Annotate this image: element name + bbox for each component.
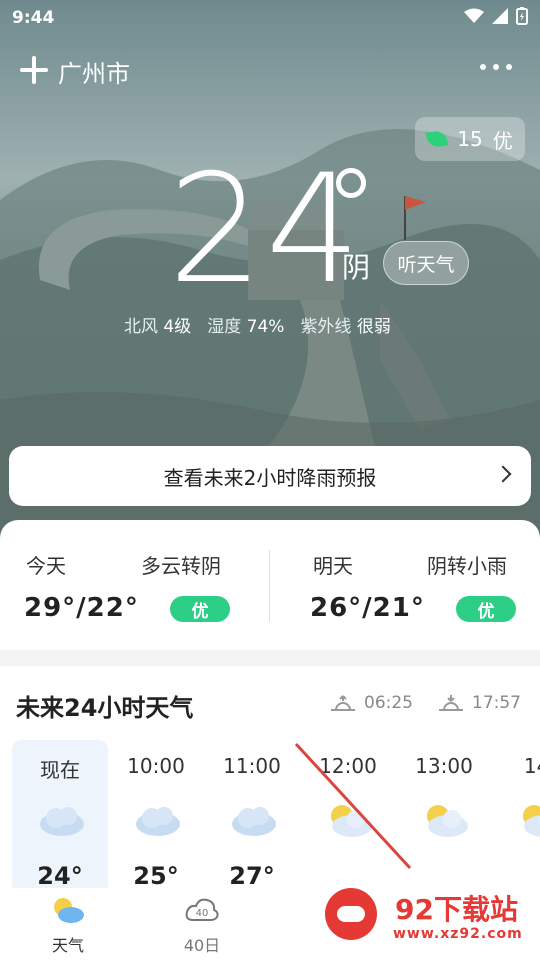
aqi-level: 优 (492, 128, 513, 153)
hour-temp: 25° (133, 862, 179, 890)
partly-cloudy-icon (523, 805, 540, 837)
daily-summary-card: 今天 多云转阴 29°/22° 优 明天 阴转小雨 26°/21° 优 (0, 520, 540, 650)
hour-time: 现在 (40, 758, 80, 782)
wind-label: 北风 (124, 317, 158, 337)
uv-label: 紫外线 (300, 317, 352, 337)
hour-item[interactable]: 10:00 25° (108, 740, 204, 900)
leaf-icon (426, 129, 449, 149)
tomorrow-range: 26°/21° (310, 593, 425, 623)
rain-forecast-label: 查看未来2小时降雨预报 (163, 465, 377, 490)
tomorrow-aqi-badge: 优 (456, 596, 516, 622)
today-summary[interactable]: 今天 多云转阴 29°/22° 优 (0, 520, 270, 650)
sunset-time: 17:57 (472, 693, 521, 713)
humidity-value: 74% (246, 317, 285, 337)
city-name[interactable]: 广州市 (58, 54, 130, 89)
hourly-forecast-section: 未来24小时天气 06:25 17:57 现在 24° 10:00 25° 11… (0, 666, 540, 900)
today-range: 29°/22° (24, 593, 139, 623)
humidity-label: 湿度 (207, 317, 242, 337)
uv-value: 很弱 (356, 317, 391, 337)
watermark-title: 92下载站 (395, 893, 518, 926)
sunset-info: 17:57 (436, 692, 521, 714)
watermark: 92下载站 www.xz92.com (305, 870, 540, 960)
more-menu-icon[interactable] (480, 64, 512, 70)
cloudy-icon (136, 807, 180, 836)
weather-details: 北风 4级 湿度 74% 紫外线 很弱 (124, 312, 391, 337)
forty-day-icon: 40 (185, 898, 219, 921)
top-bar: 广州市 (0, 48, 540, 92)
sunrise-time: 06:25 (364, 693, 413, 713)
watermark-url: www.xz92.com (393, 926, 523, 942)
battery-icon (516, 7, 528, 25)
current-condition: 阴 (342, 251, 371, 284)
signal-icon (492, 8, 508, 24)
sunrise-info: 06:25 (328, 692, 413, 714)
hour-time: 12:00 (319, 754, 377, 778)
degree-symbol (336, 168, 366, 198)
cloudy-icon (232, 807, 276, 836)
hour-item[interactable]: 11:00 27° (204, 740, 300, 900)
sunset-icon (439, 695, 463, 711)
add-city-icon[interactable] (18, 54, 50, 86)
cloudy-icon (40, 807, 84, 836)
wifi-icon (464, 8, 484, 23)
status-icons (464, 7, 528, 25)
rain-forecast-button[interactable]: 查看未来2小时降雨预报 (9, 446, 531, 506)
hour-time: 13:00 (415, 754, 473, 778)
partly-cloudy-icon (427, 805, 468, 837)
chevron-right-icon (494, 465, 512, 483)
today-label: 今天 (26, 554, 66, 578)
hour-temp: 24° (37, 862, 83, 890)
listen-weather-button[interactable]: 听天气 (383, 241, 469, 285)
wind-info: 北风 4级 (124, 312, 191, 337)
hour-temp: 27° (229, 862, 275, 890)
tomorrow-label: 明天 (313, 554, 353, 578)
hourly-title: 未来24小时天气 (16, 694, 194, 722)
nav-40day-label: 40日 (183, 936, 221, 955)
watermark-logo-icon (325, 888, 377, 940)
aqi-value: 15 (457, 127, 483, 151)
today-aqi-badge: 优 (170, 596, 230, 622)
weather-tab-icon (54, 898, 84, 923)
status-bar: 9:44 (0, 0, 540, 38)
day-divider (269, 550, 270, 622)
aqi-badge[interactable]: 15 优 (415, 117, 525, 161)
partly-cloudy-icon (331, 805, 372, 837)
today-desc: 多云转阴 (141, 554, 221, 578)
nav-40day[interactable]: 40 40日 (162, 896, 242, 956)
hour-time: 11:00 (223, 754, 281, 778)
current-temperature: 24 (168, 143, 363, 317)
wind-value: 4级 (163, 317, 192, 337)
status-time: 9:44 (12, 8, 55, 28)
tomorrow-desc: 阴转小雨 (427, 554, 507, 578)
nav-weather[interactable]: 天气 (28, 896, 108, 956)
hour-item[interactable]: 现在 24° (12, 740, 108, 900)
humidity-info: 湿度 74% (207, 312, 284, 337)
hour-time: 14: (523, 754, 540, 778)
hour-time: 10:00 (127, 754, 185, 778)
tomorrow-summary[interactable]: 明天 阴转小雨 26°/21° 优 (270, 520, 540, 650)
sunrise-icon (331, 695, 355, 711)
forty-day-icon-number: 40 (196, 908, 209, 919)
nav-weather-label: 天气 (51, 936, 84, 955)
uv-info: 紫外线 很弱 (300, 312, 390, 337)
